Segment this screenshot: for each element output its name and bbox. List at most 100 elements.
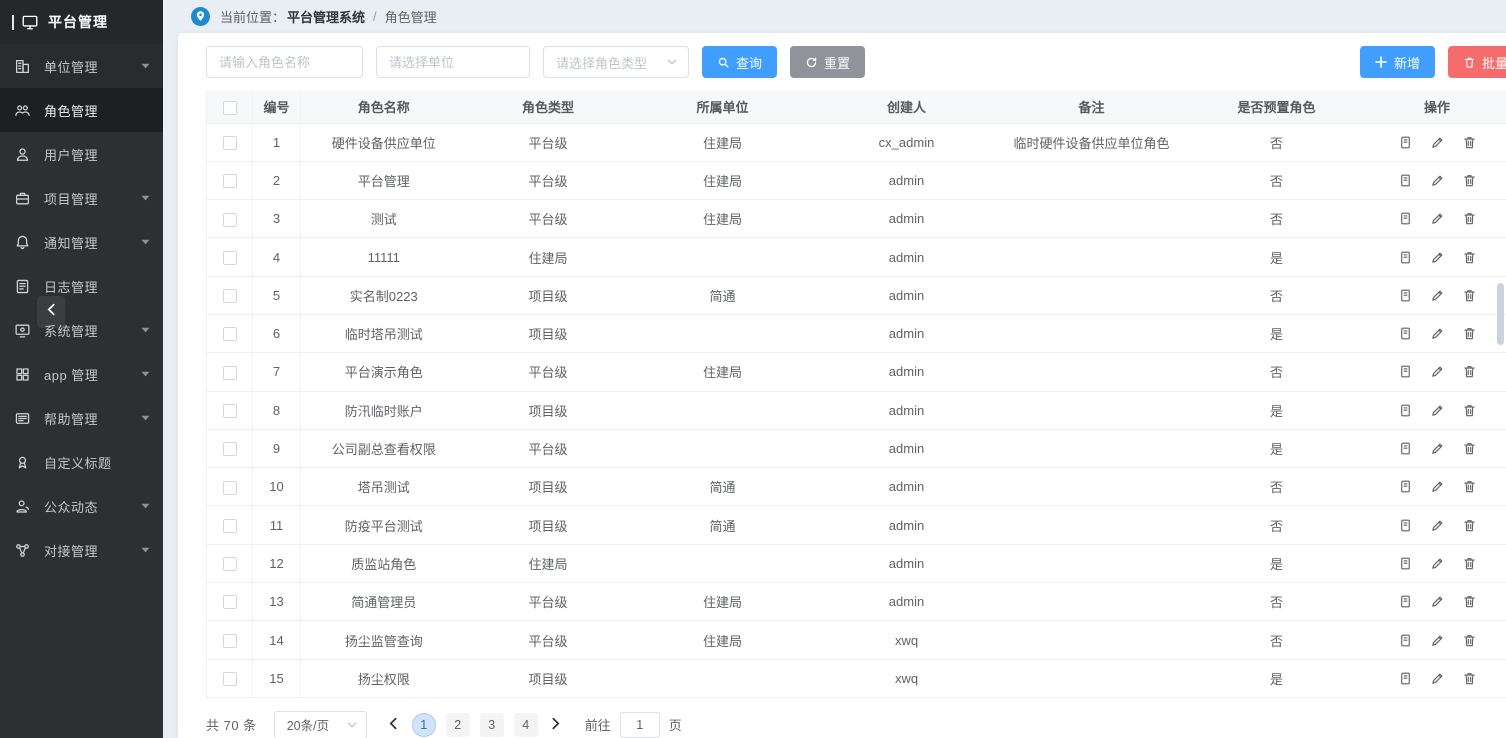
page-size-select[interactable]: 20条/页	[274, 711, 367, 738]
row-checkbox[interactable]	[223, 174, 237, 188]
role-type-select[interactable]: 请选择角色类型	[543, 46, 689, 78]
cell-actions	[1368, 544, 1506, 582]
edit-icon[interactable]	[1430, 633, 1445, 648]
row-checkbox[interactable]	[223, 672, 237, 686]
edit-icon[interactable]	[1430, 556, 1445, 571]
select-all-checkbox[interactable]	[223, 101, 237, 115]
detail-icon[interactable]	[1398, 173, 1413, 188]
row-checkbox[interactable]	[223, 251, 237, 265]
prev-page-button[interactable]	[381, 712, 407, 738]
sidebar-item-9[interactable]: 帮助管理	[0, 396, 163, 440]
sidebar-item-6[interactable]: 日志管理	[0, 264, 163, 308]
vertical-scrollbar-thumb[interactable]	[1497, 283, 1504, 345]
add-button[interactable]: 新增	[1360, 46, 1435, 78]
delete-icon[interactable]	[1462, 633, 1477, 648]
delete-icon[interactable]	[1462, 211, 1477, 226]
delete-icon[interactable]	[1462, 594, 1477, 609]
next-page-button[interactable]	[543, 712, 569, 738]
help-icon	[14, 410, 31, 427]
page-number-4[interactable]: 4	[514, 713, 538, 737]
row-checkbox[interactable]	[223, 213, 237, 227]
row-checkbox[interactable]	[223, 442, 237, 456]
delete-icon[interactable]	[1462, 173, 1477, 188]
delete-icon[interactable]	[1462, 403, 1477, 418]
page-number-2[interactable]: 2	[446, 713, 470, 737]
row-checkbox[interactable]	[223, 519, 237, 533]
search-button[interactable]: 查询	[702, 46, 777, 78]
delete-icon[interactable]	[1462, 288, 1477, 303]
row-checkbox[interactable]	[223, 481, 237, 495]
sidebar-item-1[interactable]: 单位管理	[0, 44, 163, 88]
edit-icon[interactable]	[1430, 326, 1445, 341]
detail-icon[interactable]	[1398, 479, 1413, 494]
detail-icon[interactable]	[1398, 671, 1413, 686]
role-name-input[interactable]	[206, 46, 363, 78]
row-checkbox[interactable]	[223, 136, 237, 150]
delete-icon[interactable]	[1462, 671, 1477, 686]
sidebar-menu: 单位管理角色管理用户管理项目管理通知管理日志管理系统管理app 管理帮助管理自定…	[0, 44, 163, 572]
row-checkbox[interactable]	[223, 327, 237, 341]
row-checkbox[interactable]	[223, 366, 237, 380]
trash-icon	[1463, 56, 1476, 69]
row-checkbox[interactable]	[223, 557, 237, 571]
edit-icon[interactable]	[1430, 135, 1445, 150]
sidebar-item-label: 角色管理	[44, 101, 150, 120]
batch-delete-button[interactable]: 批量删除	[1448, 46, 1506, 78]
sidebar-collapse-button[interactable]	[37, 296, 65, 328]
reset-button[interactable]: 重置	[790, 46, 865, 78]
detail-icon[interactable]	[1398, 211, 1413, 226]
detail-icon[interactable]	[1398, 518, 1413, 533]
sidebar-item-4[interactable]: 项目管理	[0, 176, 163, 220]
sidebar-item-8[interactable]: app 管理	[0, 352, 163, 396]
cell-preset: 否	[1186, 123, 1368, 161]
page-number-1[interactable]: 1	[412, 713, 436, 737]
detail-icon[interactable]	[1398, 556, 1413, 571]
goto-page-input[interactable]	[620, 712, 660, 738]
edit-icon[interactable]	[1430, 173, 1445, 188]
delete-icon[interactable]	[1462, 250, 1477, 265]
detail-icon[interactable]	[1398, 250, 1413, 265]
edit-icon[interactable]	[1430, 441, 1445, 456]
detail-icon[interactable]	[1398, 441, 1413, 456]
project-icon	[14, 190, 31, 207]
edit-icon[interactable]	[1430, 364, 1445, 379]
breadcrumb-root[interactable]: 平台管理系统	[287, 7, 365, 26]
detail-icon[interactable]	[1398, 288, 1413, 303]
delete-icon[interactable]	[1462, 326, 1477, 341]
row-checkbox[interactable]	[223, 634, 237, 648]
row-checkbox[interactable]	[223, 595, 237, 609]
cell-actions	[1368, 238, 1506, 276]
edit-icon[interactable]	[1430, 211, 1445, 226]
delete-icon[interactable]	[1462, 479, 1477, 494]
detail-icon[interactable]	[1398, 326, 1413, 341]
page-number-3[interactable]: 3	[480, 713, 504, 737]
edit-icon[interactable]	[1430, 479, 1445, 494]
edit-icon[interactable]	[1430, 518, 1445, 533]
delete-icon[interactable]	[1462, 364, 1477, 379]
sidebar-item-12[interactable]: 对接管理	[0, 528, 163, 572]
row-checkbox[interactable]	[223, 289, 237, 303]
edit-icon[interactable]	[1430, 403, 1445, 418]
detail-icon[interactable]	[1398, 364, 1413, 379]
edit-icon[interactable]	[1430, 671, 1445, 686]
column-header: 所属单位	[630, 91, 816, 123]
delete-icon[interactable]	[1462, 441, 1477, 456]
sidebar-item-2[interactable]: 角色管理	[0, 88, 163, 132]
sidebar-item-3[interactable]: 用户管理	[0, 132, 163, 176]
detail-icon[interactable]	[1398, 135, 1413, 150]
detail-icon[interactable]	[1398, 633, 1413, 648]
detail-icon[interactable]	[1398, 403, 1413, 418]
edit-icon[interactable]	[1430, 288, 1445, 303]
sidebar-item-5[interactable]: 通知管理	[0, 220, 163, 264]
sidebar-item-11[interactable]: 公众动态	[0, 484, 163, 528]
unit-select-input[interactable]	[376, 46, 530, 78]
sidebar-item-7[interactable]: 系统管理	[0, 308, 163, 352]
row-checkbox[interactable]	[223, 404, 237, 418]
sidebar-item-10[interactable]: 自定义标题	[0, 440, 163, 484]
edit-icon[interactable]	[1430, 250, 1445, 265]
delete-icon[interactable]	[1462, 135, 1477, 150]
delete-icon[interactable]	[1462, 518, 1477, 533]
edit-icon[interactable]	[1430, 594, 1445, 609]
detail-icon[interactable]	[1398, 594, 1413, 609]
delete-icon[interactable]	[1462, 556, 1477, 571]
